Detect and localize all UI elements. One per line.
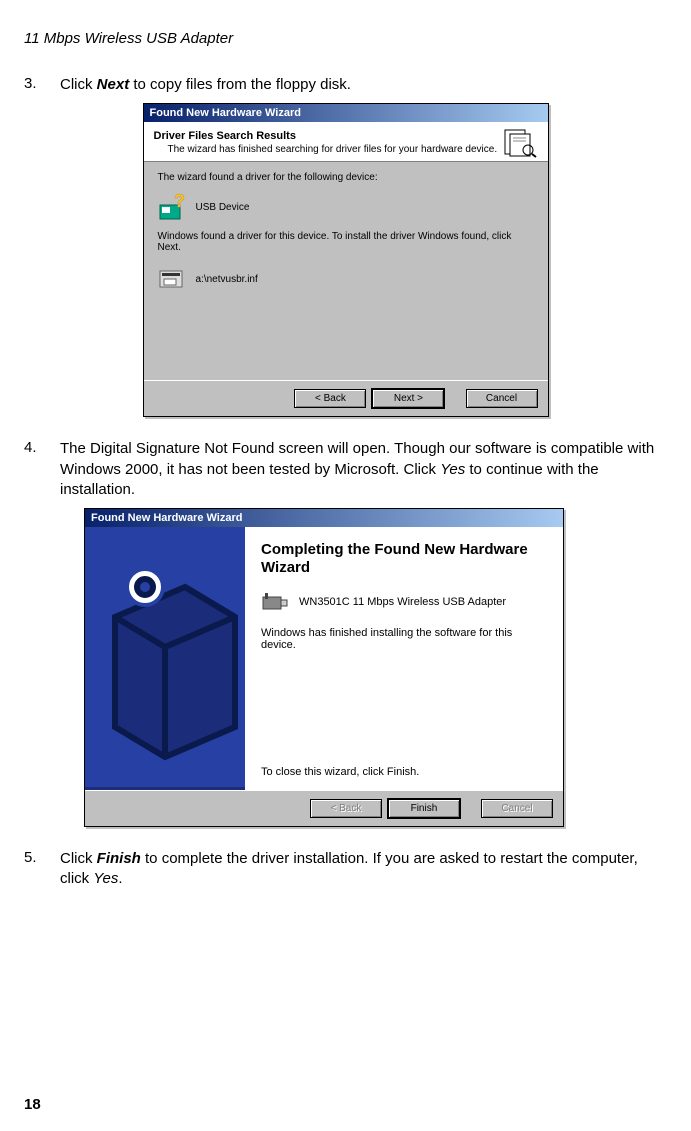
step-5-bold: Finish [97,850,141,867]
document-header: 11 Mbps Wireless USB Adapter [24,30,667,47]
cancel-button-2: Cancel [481,799,553,818]
cancel-button[interactable]: Cancel [466,389,538,408]
wizard2-main: Completing the Found New Hardware Wizard… [245,527,563,790]
step-5-yes: Yes [93,870,118,887]
wizard1-device-name: USB Device [196,202,250,213]
wizard2-buttons: < Back Finish Cancel [85,790,563,826]
wizard2-titlebar: Found New Hardware Wizard [85,509,563,527]
step-3-bold: Next [97,76,130,93]
step-4-yes: Yes [440,461,465,478]
wizard2-device-row: WN3501C 11 Mbps Wireless USB Adapter [261,591,547,613]
step-5-post: to complete the driver installation. If … [60,850,638,887]
wizard1-buttons: < Back Next > Cancel [144,380,548,416]
floppy-icon [158,267,186,291]
usb-adapter-icon [261,591,289,613]
back-button-2: < Back [310,799,382,818]
wizard1-subtitle: The wizard has finished searching for dr… [168,144,538,155]
wizard2-device-name: WN3501C 11 Mbps Wireless USB Adapter [299,596,506,608]
step-5-dot: . [118,870,122,887]
wizard1-line1: The wizard found a driver for the follow… [158,172,534,183]
question-mark-icon: ? [158,193,186,221]
wizard1-note: Windows found a driver for this device. … [158,231,534,253]
step-4: 4. The Digital Signature Not Found scree… [24,439,667,500]
step-5-pre: Click [60,850,97,867]
step-4-body: The Digital Signature Not Found screen w… [60,439,667,500]
wizard1-inf-path: a:\netvusbr.inf [196,274,258,285]
step-3-number: 3. [24,75,42,92]
svg-text:?: ? [174,193,185,211]
wizard2-close-text: To close this wizard, click Finish. [261,766,419,778]
step-4-number: 4. [24,439,42,456]
wizard1-titlebar: Found New Hardware Wizard [144,104,548,122]
next-button[interactable]: Next > [372,389,444,408]
wizard2-text: Windows has finished installing the soft… [261,627,547,651]
step-5-body: Click Finish to complete the driver inst… [60,849,667,890]
wizard1-device-row: ? USB Device [158,193,534,221]
page-number: 18 [24,1096,41,1113]
step-3-body: Click Next to copy files from the floppy… [60,75,667,95]
back-button[interactable]: < Back [294,389,366,408]
wizard-complete: Found New Hardware Wizard Completing the… [84,508,564,827]
step-5-number: 5. [24,849,42,866]
wizard2-heading: Completing the Found New Hardware Wizard [261,541,547,577]
wizard2-sidebar [85,527,245,790]
step-3-post: to copy files from the floppy disk. [129,76,351,93]
step-5: 5. Click Finish to complete the driver i… [24,849,667,890]
document-icon [502,128,538,158]
step-3-pre: Click [60,76,97,93]
wizard-driver-search: Found New Hardware Wizard Driver Files S… [143,103,549,417]
finish-button[interactable]: Finish [388,799,460,818]
wizard1-inf-row: a:\netvusbr.inf [158,267,534,291]
wizard1-header: Driver Files Search Results The wizard h… [144,122,548,162]
wizard1-body: The wizard found a driver for the follow… [144,162,548,380]
step-3: 3. Click Next to copy files from the flo… [24,75,667,95]
wizard1-heading: Driver Files Search Results [154,130,538,142]
